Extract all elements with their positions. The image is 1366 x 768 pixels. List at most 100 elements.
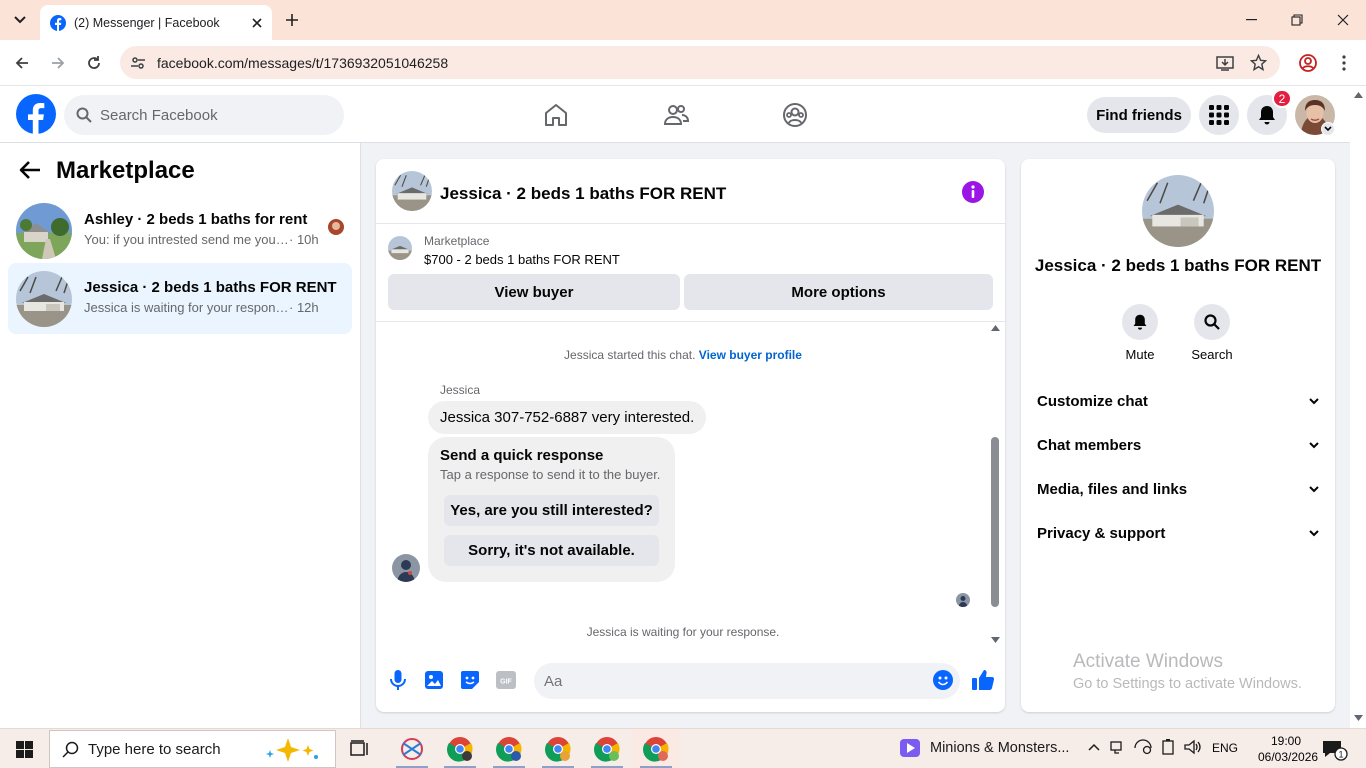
taskbar-chrome-4[interactable] <box>583 729 631 768</box>
mute-action[interactable]: Mute <box>1110 304 1170 362</box>
emoji-icon[interactable] <box>931 668 955 692</box>
battery-icon[interactable] <box>1161 739 1175 755</box>
waiting-notice: Jessica is waiting for your response. <box>586 625 780 639</box>
quick-reply-button[interactable]: Yes, are you still interested? <box>444 495 659 526</box>
privacy-support-section[interactable]: Privacy & support <box>1037 518 1319 548</box>
house-thumbnail-icon <box>16 271 72 327</box>
chrome-icon <box>643 737 669 762</box>
quick-reply-button[interactable]: Sorry, it's not available. <box>444 535 659 566</box>
bookmark-star-icon[interactable] <box>1250 54 1267 71</box>
address-bar[interactable]: facebook.com/messages/t/1736932051046258 <box>120 46 1280 79</box>
notification-count-badge: 2 <box>1272 89 1292 108</box>
taskbar-clock[interactable]: 19:00 06/03/2026 <box>1258 733 1319 765</box>
page-scrollbar[interactable] <box>1350 86 1366 728</box>
more-options-button[interactable]: More options <box>684 274 993 310</box>
message-bubble[interactable]: Jessica 307-752-6887 very interested. <box>428 401 707 434</box>
quick-response-card: Send a quick response Tap a response to … <box>428 437 675 582</box>
snipping-tool-icon <box>401 738 423 760</box>
chevron-up-icon[interactable] <box>1088 743 1100 751</box>
conversation-item[interactable]: Ashley · 2 beds 1 baths for rent You: if… <box>8 195 352 266</box>
chat-scrollbar-thumb[interactable] <box>991 437 999 607</box>
site-settings-icon[interactable] <box>130 55 146 71</box>
message-composer: GIF <box>376 655 1005 707</box>
facebook-search-input[interactable]: Search Facebook <box>64 95 344 135</box>
groups-nav-button[interactable] <box>780 100 810 130</box>
thumbs-up-icon[interactable] <box>971 668 995 692</box>
chat-title[interactable]: Jessica · 2 beds 1 baths FOR RENT <box>440 184 726 204</box>
photo-icon[interactable] <box>422 668 446 692</box>
taskbar-chrome-3[interactable] <box>534 729 582 768</box>
reload-button[interactable] <box>79 48 109 78</box>
back-arrow-icon[interactable] <box>18 158 42 182</box>
media-title: Minions & Monsters... <box>930 740 1070 756</box>
clock-date: 06/03/2026 <box>1258 750 1319 764</box>
restore-window-button[interactable] <box>1274 0 1320 40</box>
taskbar-media-widget[interactable]: Minions & Monsters... <box>900 739 1069 757</box>
install-app-icon[interactable] <box>1216 54 1234 72</box>
profile-button[interactable] <box>1293 48 1323 78</box>
search-action[interactable]: Search <box>1182 304 1242 362</box>
chevron-down-icon <box>1309 397 1319 404</box>
chat-members-section[interactable]: Chat members <box>1037 430 1319 460</box>
media-files-links-section[interactable]: Media, files and links <box>1037 474 1319 504</box>
network-icon[interactable] <box>1134 739 1152 755</box>
browser-tab[interactable]: (2) Messenger | Facebook <box>40 5 272 40</box>
conversation-item-active[interactable]: Jessica · 2 beds 1 baths FOR RENT Jessic… <box>8 263 352 334</box>
house-thumbnail-icon[interactable] <box>1142 175 1214 247</box>
marketplace-label: Marketplace <box>424 234 490 248</box>
language-indicator[interactable]: ENG <box>1212 741 1238 755</box>
close-window-button[interactable] <box>1320 0 1366 40</box>
taskbar-chrome-5-active[interactable] <box>632 729 680 768</box>
message-input[interactable] <box>534 663 960 699</box>
info-icon[interactable] <box>962 181 984 203</box>
search-icon <box>76 107 92 123</box>
house-thumbnail-icon <box>388 236 412 260</box>
meet-now-icon[interactable] <box>1109 739 1125 755</box>
volume-icon[interactable] <box>1184 739 1202 755</box>
chevron-down-icon <box>1309 529 1319 536</box>
facebook-logo-icon[interactable] <box>16 94 56 134</box>
taskbar-search-box[interactable]: Type here to search <box>49 730 336 768</box>
find-friends-button[interactable]: Find friends <box>1087 97 1191 133</box>
microphone-icon[interactable] <box>386 668 410 692</box>
customize-chat-section[interactable]: Customize chat <box>1037 386 1319 416</box>
taskbar-chrome-2[interactable] <box>485 729 533 768</box>
marketplace-listing-card: Marketplace $700 - 2 beds 1 baths FOR RE… <box>376 224 1005 322</box>
tab-close-icon[interactable] <box>252 17 262 28</box>
account-chevron-down-icon[interactable] <box>1321 122 1335 136</box>
browser-menu-button[interactable] <box>1329 48 1359 78</box>
chevron-down-icon <box>1309 441 1319 448</box>
house-thumbnail-icon <box>16 203 72 259</box>
action-center-button[interactable]: 1 <box>1322 739 1348 761</box>
browser-toolbar: facebook.com/messages/t/1736932051046258 <box>0 40 1366 86</box>
view-buyer-button[interactable]: View buyer <box>388 274 680 310</box>
start-button[interactable] <box>0 729 48 768</box>
task-view-button[interactable] <box>336 729 384 768</box>
quick-response-subtitle: Tap a response to send it to the buyer. <box>440 467 661 482</box>
tab-title: (2) Messenger | Facebook <box>74 15 220 30</box>
forward-button[interactable] <box>43 48 73 78</box>
view-buyer-profile-link[interactable]: View buyer profile <box>699 348 802 362</box>
conversation-name: Jessica · 2 beds 1 baths FOR RENT <box>84 279 337 296</box>
house-thumbnail-icon[interactable] <box>392 171 432 211</box>
chrome-icon <box>447 737 473 762</box>
minimize-window-button[interactable] <box>1228 0 1274 40</box>
chat-header: Jessica · 2 beds 1 baths FOR RENT <box>376 159 1005 224</box>
marketplace-title: Marketplace <box>56 157 195 184</box>
groups-icon <box>783 103 807 127</box>
tab-search-dropdown[interactable] <box>6 6 34 34</box>
sticker-icon[interactable] <box>458 668 482 692</box>
new-tab-button[interactable] <box>280 8 304 32</box>
back-button[interactable] <box>7 48 37 78</box>
notification-center-icon: 1 <box>1323 741 1348 761</box>
taskbar-chrome-1[interactable] <box>436 729 484 768</box>
listing-title[interactable]: $700 - 2 beds 1 baths FOR RENT <box>424 252 620 267</box>
friends-nav-button[interactable] <box>661 100 691 130</box>
search-icon <box>62 741 79 758</box>
taskbar-snipping-tool[interactable] <box>388 729 436 768</box>
friends-icon <box>663 105 689 125</box>
sender-avatar[interactable] <box>392 554 420 582</box>
gif-icon[interactable]: GIF <box>494 668 518 692</box>
home-nav-button[interactable] <box>541 100 571 130</box>
menu-button[interactable] <box>1199 95 1239 135</box>
